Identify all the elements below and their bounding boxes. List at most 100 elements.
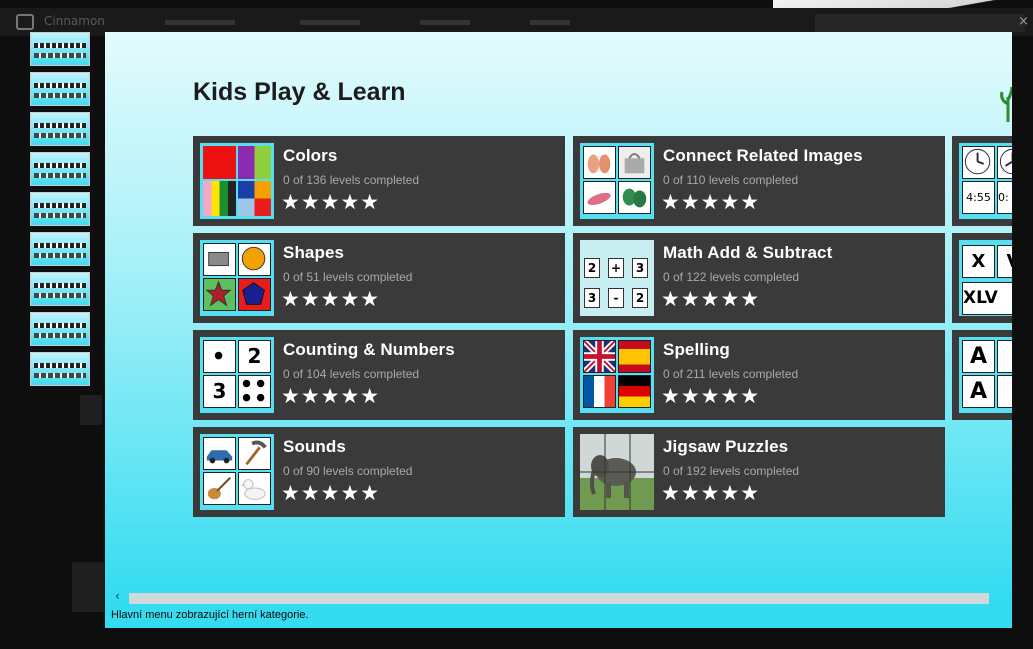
slide-thumbnails — [30, 32, 92, 392]
status-caption: Hlavní menu zobrazující herní kategorie. — [111, 609, 309, 621]
quad-square — [238, 181, 271, 216]
menu-placeholder — [530, 20, 570, 25]
tile-progress: 0 of 211 levels completed — [663, 367, 799, 381]
star-rating: ★★★★★ — [281, 190, 381, 214]
number-two: 2 — [238, 340, 271, 373]
spain-flag — [618, 340, 651, 373]
category-tile-connect-related-images[interactable]: Connect Related Images 0 of 110 levels c… — [573, 136, 945, 226]
menu-placeholder — [300, 20, 360, 25]
purple-green-square — [238, 146, 271, 179]
gloves-image — [618, 181, 651, 214]
star-rating: ★★★★★ — [661, 481, 761, 505]
analog-clock — [997, 146, 1012, 179]
letter-tile — [997, 340, 1012, 373]
roman-numeral: X — [962, 245, 995, 278]
math-digit: 2 — [584, 258, 600, 278]
menu-placeholder — [420, 20, 470, 25]
france-flag — [583, 375, 616, 408]
category-tile-spelling[interactable]: Spelling 0 of 211 levels completed ★★★★★ — [573, 330, 945, 420]
scroll-left-arrow[interactable]: ‹ — [115, 589, 120, 603]
red-square — [203, 146, 236, 179]
slide-thumbnail[interactable] — [30, 232, 90, 266]
tile-title: Math Add & Subtract — [663, 243, 833, 262]
rectangle-shape — [203, 243, 236, 276]
uk-flag — [582, 339, 617, 374]
category-tile-roman-partial[interactable]: X V XLV — [952, 233, 1012, 323]
math-operator: + — [608, 258, 624, 278]
star-rating: ★★★★★ — [281, 384, 381, 408]
letter-tile: A — [962, 375, 995, 408]
tile-title: Spelling — [663, 340, 730, 359]
close-icon[interactable]: × — [1018, 14, 1029, 29]
slide-thumbnail[interactable] — [30, 152, 90, 186]
feather-image — [583, 181, 616, 214]
bag-image — [618, 146, 651, 179]
search-box[interactable] — [815, 14, 1025, 32]
germany-flag — [618, 375, 651, 408]
plant-icon — [1000, 86, 1012, 122]
background-element — [80, 395, 102, 425]
tile-progress: 0 of 136 levels completed — [283, 173, 420, 187]
math-digit: 3 — [584, 288, 600, 308]
shapes-icon — [200, 240, 274, 316]
dice-one — [203, 340, 236, 373]
category-tile-colors[interactable]: Colors 0 of 136 levels completed ★★★★★ — [193, 136, 565, 226]
slide-thumbnail[interactable] — [30, 112, 90, 146]
number-three: 3 — [203, 375, 236, 408]
tile-title: Shapes — [283, 243, 345, 262]
digital-time: 0: — [997, 181, 1012, 214]
tile-progress: 0 of 192 levels completed — [663, 464, 800, 478]
slide-thumbnail[interactable] — [30, 312, 90, 346]
flags-icon — [580, 337, 654, 413]
pentagon-shape — [238, 278, 271, 311]
category-tile-clocks-partial[interactable]: 4:55 0: — [952, 136, 1012, 226]
star-rating: ★★★★★ — [281, 481, 381, 505]
roman-numeral: V — [997, 245, 1012, 278]
analog-clock — [962, 146, 995, 179]
roman-numeral: XLV — [962, 282, 1012, 315]
dice-four — [238, 375, 271, 408]
category-tile-sounds[interactable]: Sounds 0 of 90 levels completed ★★★★★ — [193, 427, 565, 517]
tile-progress: 0 of 122 levels completed — [663, 270, 800, 284]
app-icon — [16, 14, 34, 30]
slide-thumbnail[interactable] — [30, 352, 90, 386]
stripes-square — [203, 181, 236, 216]
digital-time: 4:55 — [962, 181, 995, 214]
star-rating: ★★★★★ — [281, 287, 381, 311]
slide-thumbnail[interactable] — [30, 32, 90, 66]
app-screenshot: Kids Play & Learn Colors 0 of 136 levels… — [105, 32, 1012, 628]
math-digit: 3 — [632, 258, 648, 278]
hands-image — [583, 146, 616, 179]
category-tile-letters-partial[interactable]: A A — [952, 330, 1012, 420]
circle-shape — [238, 243, 271, 276]
slide-thumbnail[interactable] — [30, 72, 90, 106]
star-rating: ★★★★★ — [661, 190, 761, 214]
tile-progress: 0 of 110 levels completed — [663, 173, 799, 187]
sounds-icon — [200, 434, 274, 510]
tile-progress: 0 of 51 levels completed — [283, 270, 413, 284]
star-shape — [203, 278, 236, 311]
category-tile-counting-numbers[interactable]: 2 3 Counting & Numbers 0 of 104 levels c… — [193, 330, 565, 420]
app-title: Cinnamon — [44, 14, 105, 28]
status-bar: Hlavní menu zobrazující herní kategorie. — [105, 604, 1012, 628]
slide-thumbnail[interactable] — [30, 192, 90, 226]
duck-image — [238, 472, 271, 505]
roman-numerals-icon: X V XLV — [959, 240, 1012, 316]
tile-progress: 0 of 104 levels completed — [283, 367, 420, 381]
menu-placeholder — [165, 20, 235, 25]
letters-icon: A A — [959, 337, 1012, 413]
tile-title: Jigsaw Puzzles — [663, 437, 789, 456]
math-operator: - — [608, 288, 624, 308]
category-tile-shapes[interactable]: Shapes 0 of 51 levels completed ★★★★★ — [193, 233, 565, 323]
elephant-puzzle-image — [580, 434, 654, 510]
slide-thumbnail[interactable] — [30, 272, 90, 306]
category-tile-math-add-subtract[interactable]: 2 + 3 3 - 2 Math Add & Subtract 0 of 122… — [573, 233, 945, 323]
horizontal-scrollbar[interactable] — [129, 593, 989, 604]
math-digit: 2 — [632, 288, 648, 308]
hammer-image — [238, 437, 271, 470]
tile-title: Sounds — [283, 437, 346, 456]
tile-title: Connect Related Images — [663, 146, 863, 165]
tile-title: Counting & Numbers — [283, 340, 455, 359]
category-tile-jigsaw-puzzles[interactable]: Jigsaw Puzzles 0 of 192 levels completed… — [573, 427, 945, 517]
letter-tile: A — [962, 340, 995, 373]
